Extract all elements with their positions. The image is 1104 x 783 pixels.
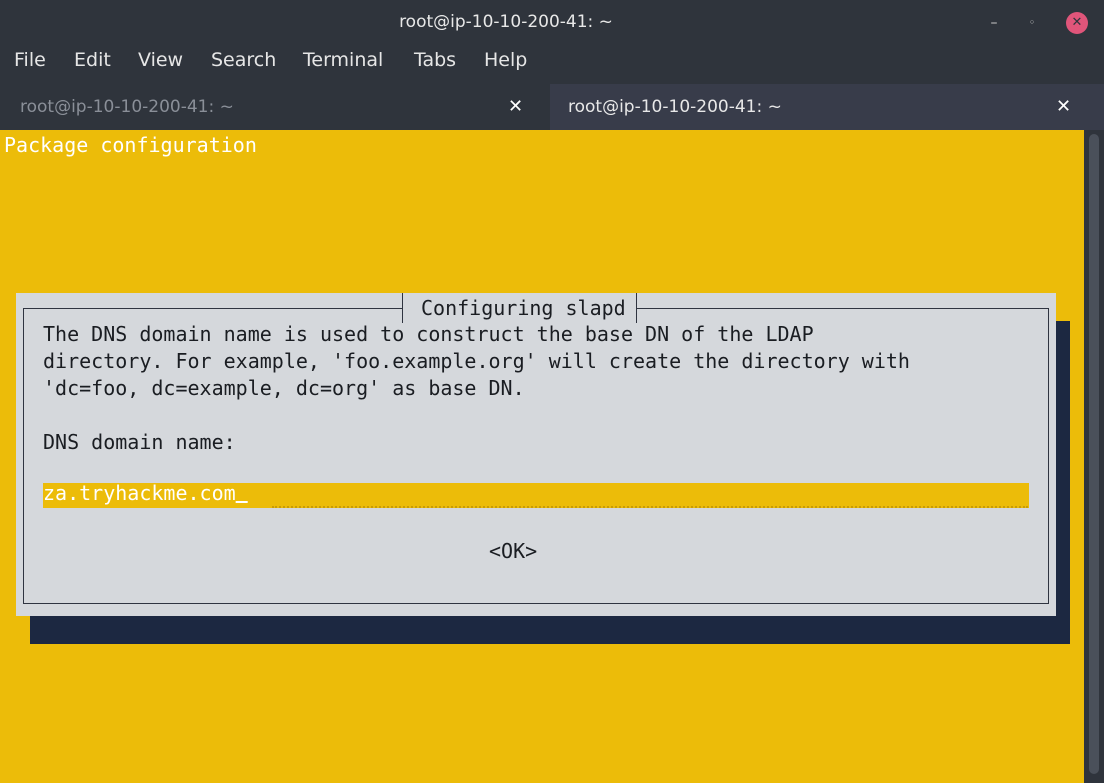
menu-edit[interactable]: Edit: [74, 49, 111, 71]
dialog-title: Configuring slapd: [402, 293, 637, 323]
dialog-description-line-2: directory. For example, 'foo.example.org…: [43, 349, 910, 373]
dialog-description-line-3: 'dc=foo, dc=example, dc=org' as base DN.: [43, 376, 525, 400]
menu-tabs[interactable]: Tabs: [414, 49, 456, 71]
menu-view[interactable]: View: [138, 49, 183, 71]
scrollbar-thumb[interactable]: [1089, 134, 1099, 774]
tab-2-close-icon[interactable]: ✕: [1056, 96, 1071, 117]
dns-domain-label: DNS domain name:: [43, 430, 236, 454]
menu-file[interactable]: File: [14, 49, 46, 71]
terminal-window: root@ip-10-10-200-41: ~ – ◦ ✕ File Edit …: [0, 0, 1104, 783]
title-bar: root@ip-10-10-200-41: ~ – ◦ ✕: [0, 0, 1104, 46]
tab-1-close-icon[interactable]: ✕: [508, 96, 523, 117]
dns-domain-value-text: za.tryhackme.com: [43, 481, 236, 505]
tab-1[interactable]: root@ip-10-10-200-41: ~ ✕: [0, 84, 546, 130]
maximize-icon[interactable]: ◦: [1021, 12, 1043, 34]
dns-domain-value: za.tryhackme.com: [43, 481, 248, 505]
menu-terminal[interactable]: Terminal: [303, 49, 383, 71]
window-title: root@ip-10-10-200-41: ~: [399, 12, 613, 32]
menu-help[interactable]: Help: [484, 49, 527, 71]
tab-2[interactable]: root@ip-10-10-200-41: ~ ✕: [550, 84, 1104, 130]
tab-bar: root@ip-10-10-200-41: ~ ✕ root@ip-10-10-…: [0, 84, 1104, 130]
text-cursor: [236, 481, 248, 505]
minimize-icon[interactable]: –: [983, 12, 1005, 34]
menu-bar: File Edit View Search Terminal Tabs Help: [0, 46, 1104, 78]
dialog-description-line-1: The DNS domain name is used to construct…: [43, 322, 814, 346]
close-window-icon[interactable]: ✕: [1066, 12, 1088, 34]
input-fill-dots: [272, 504, 1028, 508]
tab-2-label: root@ip-10-10-200-41: ~: [568, 97, 782, 117]
ok-button[interactable]: <OK>: [489, 539, 537, 563]
package-configuration-header: Package configuration: [4, 133, 257, 157]
tab-1-label: root@ip-10-10-200-41: ~: [20, 97, 234, 117]
menu-search[interactable]: Search: [211, 49, 276, 71]
